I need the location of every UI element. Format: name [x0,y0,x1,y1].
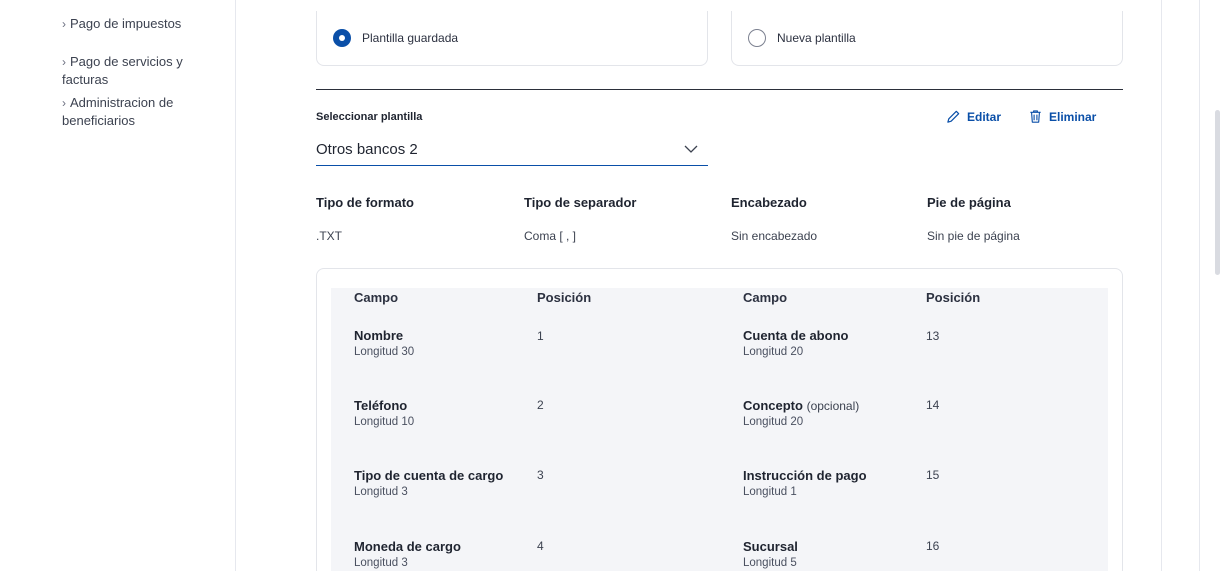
divider [1199,0,1200,571]
chevron-right-icon: › [62,17,66,31]
field-name: Teléfono [354,398,408,413]
field-name: Concepto (opcional) [743,398,860,413]
field-length: Longitud 20 [743,416,804,428]
header-setting-value: Sin encabezado [731,229,818,243]
format-type-value: .TXT [316,229,342,243]
pencil-icon [947,110,960,123]
field-position: 14 [926,398,940,412]
fields-table [331,288,1108,571]
field-position: 2 [537,398,544,412]
delete-button[interactable]: Eliminar [1028,109,1096,124]
section-divider [316,89,1123,90]
sidebar-item-label: Pago de servicios y facturas [62,54,183,87]
chevron-right-icon: › [62,96,66,110]
chevron-right-icon: › [62,55,66,69]
field-position: 1 [537,329,544,343]
chevron-down-icon [684,145,698,153]
field-name: Cuenta de abono [743,328,849,343]
field-name: Sucursal [743,539,798,554]
field-position: 16 [926,539,940,553]
sidebar-item-pago-impuestos[interactable]: › Pago de impuestos [62,15,232,33]
column-header-position: Posición [537,290,592,305]
separator-type-value: Coma [ , ] [524,229,577,243]
column-header-position: Posición [926,290,981,305]
field-length: Longitud 3 [354,486,408,498]
field-position: 4 [537,539,544,553]
field-name: Nombre [354,328,404,343]
sidebar-item-label: Pago de impuestos [70,16,182,31]
field-length: Longitud 3 [354,557,408,569]
scrollbar-thumb[interactable] [1215,110,1220,275]
field-name: Instrucción de pago [743,468,867,483]
sidebar-item-label: Administracion de beneficiarios [62,95,174,128]
delete-label: Eliminar [1049,109,1097,124]
field-length: Longitud 5 [743,557,797,569]
field-name: Tipo de cuenta de cargo [354,468,504,483]
select-template-label: Seleccionar plantilla [316,111,423,123]
radio-label: Nueva plantilla [777,31,856,45]
radio-selected-icon [333,29,351,47]
edit-button[interactable]: Editar [946,109,1001,124]
radio-new-template[interactable]: Nueva plantilla [731,11,1123,66]
format-type-header: Tipo de formato [316,195,414,210]
select-template-dropdown[interactable]: Otros bancos 2 [316,136,708,166]
footer-setting-header: Pie de página [927,195,1011,210]
radio-unselected-icon [748,29,766,47]
trash-icon [1030,110,1041,123]
field-length: Longitud 20 [743,346,804,358]
sidebar-item-pago-servicios[interactable]: › Pago de servicios y facturas [62,53,232,89]
edit-label: Editar [967,109,1002,124]
field-position: 15 [926,468,940,482]
field-length: Longitud 10 [354,416,415,428]
sidebar-item-administracion-beneficiarios[interactable]: › Administracion de beneficiarios [62,94,212,130]
field-length: Longitud 1 [743,486,797,498]
page-gutter [1162,0,1221,571]
column-header-field: Campo [354,290,399,305]
field-length: Longitud 30 [354,346,415,358]
header-setting-header: Encabezado [731,195,807,210]
footer-setting-value: Sin pie de página [927,229,1020,243]
field-name: Moneda de cargo [354,539,461,554]
field-position: 13 [926,329,940,343]
radio-saved-template[interactable]: Plantilla guardada [316,11,708,66]
column-header-field: Campo [743,290,788,305]
separator-type-header: Tipo de separador [524,195,637,210]
select-template-value: Otros bancos 2 [316,141,418,158]
field-position: 3 [537,468,544,482]
sidebar: › Pago de impuestos › Pago de servicios y … [0,0,236,571]
optional-tag: (opcional) [806,399,860,413]
radio-label: Plantilla guardada [362,31,459,45]
